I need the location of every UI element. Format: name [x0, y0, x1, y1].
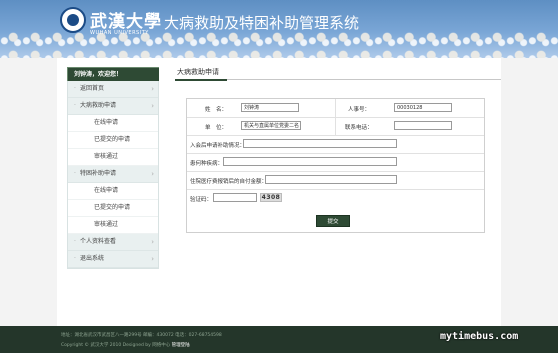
footer-address: 地址：湖北省武汉市武昌区八一路299号 邮编：430072 电话：027-687… [61, 333, 222, 338]
sidebar-item-label: 返回首页 [80, 85, 105, 92]
prior-aid-field[interactable] [243, 139, 397, 148]
footer-copyright-text: Copyright © 武汉大学 2010 Designed by 网络中心 [61, 343, 171, 348]
bullet-icon: · [74, 238, 76, 245]
system-title: 大病救助及特困补助管理系统 [164, 14, 360, 32]
form-row-name: 姓 名： 刘钟涛 人事号： 00030128 [187, 99, 484, 118]
self-pay-field[interactable] [265, 175, 397, 184]
sidebar-item-illness-aid[interactable]: · 大病救助申请 › [68, 98, 158, 115]
form-row-captcha: 验证码： 4308 [187, 189, 484, 207]
self-pay-label: 住院医疗费报销后的自付金额： [190, 179, 268, 185]
phone-label: 联系电话： [345, 125, 373, 131]
site-header: 武漢大學 WUHAN UNIVERSITY 大病救助及特困补助管理系统 [0, 0, 558, 58]
unit-field[interactable]: 机关与直属单位党委二名 [241, 121, 301, 130]
illness-label: 患何种疾病： [190, 161, 224, 167]
admin-login-link[interactable]: 管理登陆 [172, 343, 190, 348]
main-panel: 刘钟涛，欢迎您！ · 返回首页 › · 大病救助申请 › 在线申请 已提交的申请 审… [57, 58, 501, 326]
page-title-text: 大病救助申请 [177, 68, 219, 76]
form-row-unit: 单 位： 机关与直属单位党委二名 联系电话： [187, 117, 484, 136]
watermark: mytimebus.com [440, 331, 519, 342]
form-row-prior-aid: 入会后申请补助情况： [187, 135, 484, 154]
sidebar-subitem-hardship-apply[interactable]: 在线申请 [68, 183, 158, 200]
bullet-icon: · [74, 255, 76, 262]
name-label: 姓 名： [205, 107, 228, 113]
sidebar-item-label: 大病救助申请 [80, 102, 117, 109]
sidebar-item-logout[interactable]: · 退出系统 › [68, 251, 158, 268]
form-row-self-pay: 住院医疗费报销后的自付金额： [187, 171, 484, 190]
header-blossom-decoration [0, 30, 558, 58]
university-seal-icon [60, 7, 86, 33]
illness-field[interactable] [223, 157, 397, 166]
staff-id-label: 人事号： [348, 107, 371, 113]
bullet-icon: · [74, 85, 76, 92]
staff-id-field[interactable]: 00030128 [394, 103, 452, 112]
unit-label: 单 位： [205, 125, 228, 131]
bullet-icon: · [74, 102, 76, 109]
chevron-right-icon: › [151, 238, 154, 246]
sidebar-subitem-illness-approved[interactable]: 审核通过 [68, 149, 158, 166]
sidebar-item-label: 特困补助申请 [80, 170, 117, 177]
sidebar-item-home[interactable]: · 返回首页 › [68, 81, 158, 98]
chevron-right-icon: › [151, 85, 154, 93]
application-form: 姓 名： 刘钟涛 人事号： 00030128 单 位： 机关与直属单位党委二名 … [186, 98, 485, 233]
sidebar: 刘钟涛，欢迎您！ · 返回首页 › · 大病救助申请 › 在线申请 已提交的申请 审… [67, 67, 159, 269]
captcha-field[interactable] [213, 193, 257, 202]
content-area: 大病救助申请 姓 名： 刘钟涛 人事号： 00030128 单 位： 机关与直属… [175, 67, 501, 233]
captcha-image[interactable]: 4308 [260, 193, 282, 202]
sidebar-subitem-hardship-submitted[interactable]: 已提交的申请 [68, 200, 158, 217]
form-row-illness: 患何种疾病： [187, 153, 484, 172]
name-field[interactable]: 刘钟涛 [241, 103, 299, 112]
sidebar-subitem-illness-submitted[interactable]: 已提交的申请 [68, 132, 158, 149]
sidebar-item-label: 退出系统 [80, 255, 105, 262]
chevron-right-icon: › [151, 102, 154, 110]
page-title: 大病救助申请 [175, 67, 501, 81]
phone-field[interactable] [394, 121, 452, 130]
sidebar-item-label: 个人资料查看 [80, 238, 117, 245]
sidebar-menu: · 返回首页 › · 大病救助申请 › 在线申请 已提交的申请 审核通过 · 特困补助… [67, 81, 159, 269]
sidebar-subitem-illness-apply[interactable]: 在线申请 [68, 115, 158, 132]
title-underline [175, 79, 227, 81]
submit-button[interactable]: 提交 [316, 215, 350, 227]
prior-aid-label: 入会后申请补助情况： [190, 143, 246, 149]
chevron-right-icon: › [151, 170, 154, 178]
footer-copyright: Copyright © 武汉大学 2010 Designed by 网络中心 管… [61, 342, 190, 348]
greeting: 刘钟涛，欢迎您！ [67, 67, 159, 81]
sidebar-item-profile[interactable]: · 个人资料查看 › [68, 234, 158, 251]
university-name: 武漢大學 [90, 12, 162, 32]
form-cell: 姓 名： 刘钟涛 [187, 99, 336, 117]
captcha-label: 验证码： [190, 197, 213, 203]
university-english-name: WUHAN UNIVERSITY [90, 30, 149, 36]
sidebar-subitem-hardship-approved[interactable]: 审核通过 [68, 217, 158, 234]
chevron-right-icon: › [151, 255, 154, 263]
sidebar-item-hardship-aid[interactable]: · 特困补助申请 › [68, 166, 158, 183]
bullet-icon: · [74, 170, 76, 177]
form-cell: 单 位： 机关与直属单位党委二名 [187, 117, 336, 135]
